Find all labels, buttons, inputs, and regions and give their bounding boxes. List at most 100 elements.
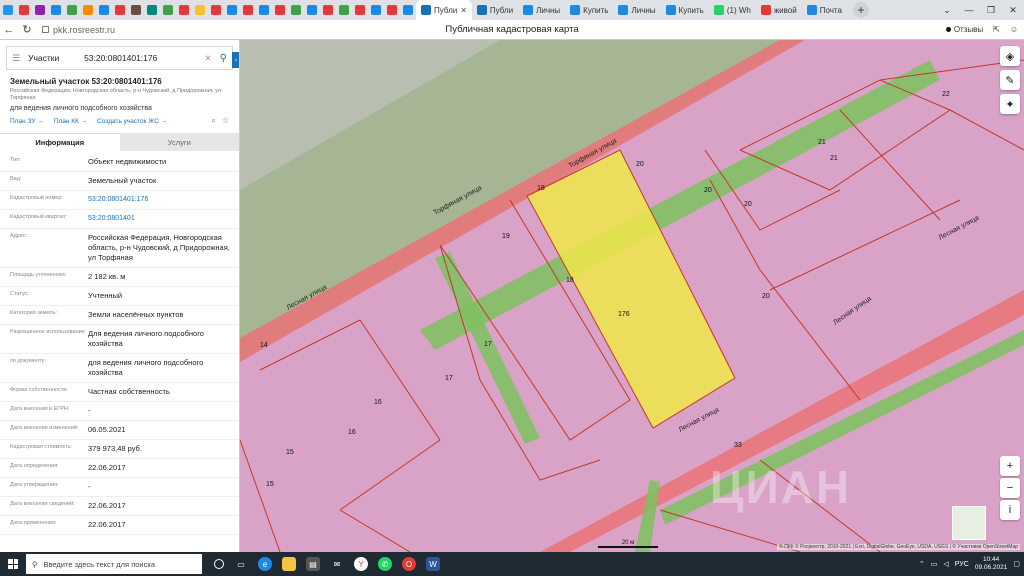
info-icon[interactable]: i bbox=[1000, 500, 1020, 520]
cortana-icon[interactable] bbox=[214, 559, 224, 569]
pinned-tab[interactable] bbox=[96, 0, 112, 20]
language-indicator[interactable]: РУС bbox=[955, 561, 969, 568]
pinned-tab[interactable] bbox=[112, 0, 128, 20]
search-icon[interactable]: ⚲ bbox=[220, 53, 227, 64]
profile-icon[interactable]: ☺ bbox=[1010, 25, 1018, 34]
pinned-tab[interactable] bbox=[16, 0, 32, 20]
pinned-tab[interactable] bbox=[384, 0, 400, 20]
info-row-label: Площадь уточненная: bbox=[10, 272, 67, 278]
tab[interactable]: Личны bbox=[613, 0, 660, 20]
edge-icon[interactable]: e bbox=[258, 557, 272, 571]
tray-chevron-icon[interactable]: ⌃ bbox=[919, 560, 925, 568]
tab[interactable]: Купить bbox=[565, 0, 613, 20]
notifications-icon[interactable]: ▢ bbox=[1013, 560, 1020, 568]
store-icon[interactable]: ▤ bbox=[306, 557, 320, 571]
basemap-switcher[interactable] bbox=[952, 506, 986, 540]
tab-search-icon[interactable]: ⌄ bbox=[936, 0, 958, 20]
volume-icon[interactable]: ◁ bbox=[943, 560, 948, 568]
tab[interactable]: Публи bbox=[472, 0, 518, 20]
maximize-icon[interactable]: ❐ bbox=[980, 0, 1002, 20]
cadastral-map[interactable]: Торфяная улица Торфяная улица Лесная ули… bbox=[240, 40, 1024, 552]
pinned-tab[interactable] bbox=[352, 0, 368, 20]
pinned-tab[interactable] bbox=[304, 0, 320, 20]
search-input[interactable]: ☰ Участки 53:20:0801401:176 ✕ ⚲ bbox=[6, 46, 233, 70]
pinned-tab[interactable] bbox=[144, 0, 160, 20]
tab[interactable]: Личны bbox=[518, 0, 565, 20]
network-icon[interactable]: ▭ bbox=[931, 560, 938, 568]
mail-icon[interactable]: ✉ bbox=[330, 557, 344, 571]
minimize-icon[interactable]: — bbox=[958, 0, 980, 20]
menu-icon[interactable]: ☰ bbox=[12, 53, 20, 64]
new-tab-button[interactable]: + bbox=[852, 2, 869, 18]
close-tab-icon[interactable]: ✕ bbox=[460, 6, 467, 15]
back-icon[interactable]: ← bbox=[0, 24, 18, 36]
pinned-tab[interactable] bbox=[240, 0, 256, 20]
yandex-browser-icon[interactable]: Y bbox=[354, 557, 368, 571]
tab-information[interactable]: Информация bbox=[0, 133, 120, 151]
search-type-select[interactable]: Участки bbox=[28, 53, 76, 63]
reload-icon[interactable]: ↻ bbox=[18, 23, 36, 36]
close-window-icon[interactable]: ✕ bbox=[1002, 0, 1024, 20]
pinned-tab[interactable] bbox=[32, 0, 48, 20]
whatsapp-icon[interactable]: ✆ bbox=[378, 557, 392, 571]
pinned-tab[interactable] bbox=[48, 0, 64, 20]
pinned-tab[interactable] bbox=[0, 0, 16, 20]
pinned-tab[interactable] bbox=[224, 0, 240, 20]
word-icon[interactable]: W bbox=[426, 557, 440, 571]
tab-label: Почта bbox=[819, 5, 842, 15]
pinned-tab[interactable] bbox=[288, 0, 304, 20]
pinned-tab[interactable] bbox=[256, 0, 272, 20]
clear-icon[interactable]: ✕ bbox=[205, 53, 212, 64]
pinned-tab[interactable] bbox=[208, 0, 224, 20]
zoom-to-icon[interactable]: ⌕ bbox=[211, 116, 215, 126]
tab-favicon-icon bbox=[339, 5, 349, 15]
parcel-number: 15 bbox=[286, 449, 294, 456]
pinned-tab[interactable] bbox=[192, 0, 208, 20]
explorer-icon[interactable] bbox=[282, 557, 296, 571]
pinned-tab[interactable] bbox=[368, 0, 384, 20]
favorite-star-icon[interactable]: ☆ bbox=[222, 116, 229, 126]
opera-icon[interactable]: O bbox=[402, 557, 416, 571]
info-row-value[interactable]: 53:20:0801401:176 bbox=[88, 195, 233, 205]
location-icon[interactable]: ✦ bbox=[1000, 94, 1020, 114]
tab-services[interactable]: Услуги bbox=[119, 133, 239, 151]
info-row-value: Частная собственность bbox=[88, 387, 170, 396]
pinned-tab[interactable] bbox=[160, 0, 176, 20]
tab[interactable]: (1) Wh bbox=[709, 0, 756, 20]
info-row-label: Адрес: bbox=[10, 233, 28, 239]
tab[interactable]: живой bbox=[756, 0, 802, 20]
info-row-value[interactable]: 53:20:0801401 bbox=[88, 214, 233, 224]
taskbar-search[interactable]: ⚲ Введите здесь текст для поиска bbox=[26, 554, 202, 574]
pinned-tab[interactable] bbox=[320, 0, 336, 20]
create-parcel-link[interactable]: Создать участок ЖС → bbox=[97, 118, 167, 125]
clock[interactable]: 10:44 09.06.2021 bbox=[975, 556, 1008, 572]
url-field[interactable]: pkk.rosreestr.ru bbox=[36, 25, 336, 35]
layers-icon[interactable]: ◈ bbox=[1000, 46, 1020, 66]
search-value[interactable]: 53:20:0801401:176 bbox=[84, 53, 196, 63]
map-canvas[interactable]: Торфяная улица Торфяная улица Лесная ули… bbox=[240, 40, 1024, 552]
pinned-tab[interactable] bbox=[128, 0, 144, 20]
parcel-number: 15 bbox=[266, 481, 274, 488]
info-row-value: 06.05.2021 bbox=[88, 425, 126, 434]
tab-favicon-icon bbox=[323, 5, 333, 15]
pinned-tab[interactable] bbox=[400, 0, 416, 20]
plan-kk-link[interactable]: План КК → bbox=[54, 118, 87, 125]
start-button[interactable] bbox=[0, 559, 26, 569]
zoom-in-button[interactable]: + bbox=[1000, 456, 1020, 476]
share-icon[interactable]: ⇱ bbox=[993, 25, 1000, 34]
task-view-icon[interactable]: ▭ bbox=[234, 557, 248, 571]
pinned-tab[interactable] bbox=[336, 0, 352, 20]
plan-zu-link[interactable]: План ЗУ → bbox=[10, 118, 44, 125]
tab[interactable]: Почта bbox=[802, 0, 847, 20]
pinned-tab[interactable] bbox=[176, 0, 192, 20]
collapse-panel-button[interactable]: ‹ bbox=[232, 52, 239, 68]
zoom-out-button[interactable]: − bbox=[1000, 478, 1020, 498]
pinned-tab[interactable] bbox=[272, 0, 288, 20]
ruler-icon[interactable]: ✎ bbox=[1000, 70, 1020, 90]
info-row: Дата определения: 22.06.2017 bbox=[0, 459, 239, 478]
feedback-button[interactable]: Отзывы bbox=[945, 25, 983, 34]
tab[interactable]: Купить bbox=[661, 0, 709, 20]
tab-active[interactable]: Публи ✕ bbox=[416, 0, 472, 20]
pinned-tab[interactable] bbox=[64, 0, 80, 20]
pinned-tab[interactable] bbox=[80, 0, 96, 20]
